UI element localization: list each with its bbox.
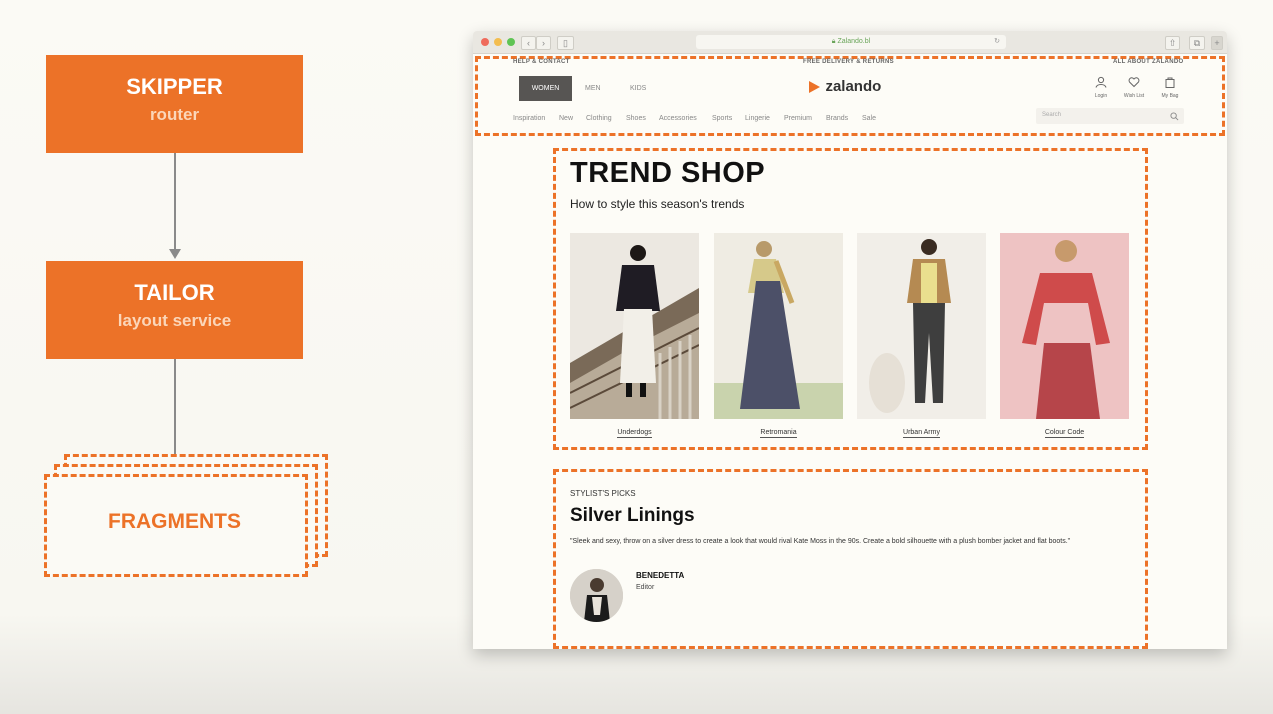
trend-shop-title: TREND SHOP xyxy=(570,157,766,189)
trend-shop-subtitle: How to style this season's trends xyxy=(570,197,745,211)
login-label: Login xyxy=(1094,93,1108,99)
category-accessories[interactable]: Accessories xyxy=(659,115,697,122)
editor-avatar-image xyxy=(570,569,623,622)
category-premium[interactable]: Premium xyxy=(784,115,812,122)
maximize-window-button[interactable] xyxy=(507,38,515,46)
category-sports[interactable]: Sports xyxy=(712,115,732,122)
search-input[interactable]: Search xyxy=(1036,108,1184,124)
tab-kids[interactable]: KIDS xyxy=(630,76,646,101)
close-window-button[interactable] xyxy=(481,38,489,46)
stylist-picks-fragment xyxy=(553,469,1148,649)
trend-link-underdogs[interactable]: Underdogs xyxy=(617,429,652,438)
zalando-logo-icon xyxy=(809,81,820,93)
arrow-head xyxy=(169,249,181,259)
category-sale[interactable]: Sale xyxy=(862,115,876,122)
help-contact-link[interactable]: HELP & CONTACT xyxy=(513,59,570,65)
zalando-logo-text: zalando xyxy=(825,78,882,95)
stylist-title: Silver Linings xyxy=(570,505,695,526)
trend-caption-retromania[interactable]: Retromania xyxy=(714,429,843,438)
urban-army-image xyxy=(857,233,986,419)
address-url: Zalando.bl xyxy=(837,38,871,45)
fragments-label: FRAGMENTS xyxy=(108,510,241,533)
tabs-icon[interactable]: ⧉ xyxy=(1189,36,1205,50)
category-inspiration[interactable]: Inspiration xyxy=(513,115,545,122)
tailor-subtitle: layout service xyxy=(117,311,232,330)
category-lingerie[interactable]: Lingerie xyxy=(745,115,770,122)
login-link[interactable]: Login xyxy=(1091,75,1111,99)
trend-caption-underdogs[interactable]: Underdogs xyxy=(570,429,699,438)
skipper-title: SKIPPER xyxy=(126,74,223,99)
underdogs-image xyxy=(570,233,699,419)
editor-role: Editor xyxy=(636,584,655,591)
trend-link-urban-army[interactable]: Urban Army xyxy=(903,429,940,438)
category-new[interactable]: New xyxy=(559,115,573,122)
browser-window: ‹ › ▯ 🔒︎ Zalando.bl ↻ ⇧ ⧉ + HELP & CONTA… xyxy=(473,31,1227,649)
skipper-box: SKIPPER router xyxy=(46,55,303,153)
trend-photo-urban-army[interactable] xyxy=(857,233,986,419)
connector-line xyxy=(174,153,176,249)
about-link[interactable]: ALL ABOUT ZALANDO xyxy=(1113,59,1183,65)
stylist-kicker: STYLIST'S PICKS xyxy=(570,489,636,498)
user-icon xyxy=(1095,76,1107,88)
tab-women[interactable]: WOMEN xyxy=(519,76,572,101)
delivery-notice: FREE DELIVERY & RETURNS xyxy=(803,59,894,65)
category-clothing[interactable]: Clothing xyxy=(586,115,612,122)
connector-line xyxy=(174,359,176,465)
zalando-logo[interactable]: zalando xyxy=(807,76,881,98)
trend-photo-retromania[interactable] xyxy=(714,233,843,419)
share-icon[interactable]: ⇧ xyxy=(1165,36,1180,50)
new-tab-button[interactable]: + xyxy=(1211,36,1223,50)
heart-icon xyxy=(1128,77,1140,88)
retromania-image xyxy=(714,233,843,419)
trend-photo-underdogs[interactable] xyxy=(570,233,699,419)
colour-code-image xyxy=(1000,233,1129,419)
bag-label: My Bag xyxy=(1161,93,1179,99)
search-icon[interactable] xyxy=(1170,112,1179,121)
skipper-subtitle: router xyxy=(149,105,200,124)
minimize-window-button[interactable] xyxy=(494,38,502,46)
avatar xyxy=(570,569,623,622)
stylist-quote: "Sleek and sexy, throw on a silver dress… xyxy=(570,538,1071,545)
tailor-box: TAILOR layout service xyxy=(46,261,303,359)
trend-link-colour-code[interactable]: Colour Code xyxy=(1044,429,1085,438)
back-icon[interactable]: ‹ xyxy=(521,36,536,50)
editor-name: BENEDETTA xyxy=(636,571,685,580)
trend-link-retromania[interactable]: Retromania xyxy=(760,429,797,438)
lock-icon: 🔒︎ xyxy=(831,38,836,45)
wishlist-link[interactable]: Wish List xyxy=(1120,75,1148,99)
wishlist-label: Wish List xyxy=(1123,93,1145,99)
sidebar-icon[interactable]: ▯ xyxy=(557,36,574,50)
trend-caption-colour-code[interactable]: Colour Code xyxy=(1000,429,1129,438)
bag-link[interactable]: My Bag xyxy=(1157,75,1183,99)
forward-icon[interactable]: › xyxy=(536,36,551,50)
trend-photo-colour-code[interactable] xyxy=(1000,233,1129,419)
tab-men[interactable]: MEN xyxy=(585,76,601,101)
browser-toolbar: ‹ › ▯ 🔒︎ Zalando.bl ↻ ⇧ ⧉ + xyxy=(473,31,1227,54)
category-shoes[interactable]: Shoes xyxy=(626,115,646,122)
address-bar[interactable]: 🔒︎ Zalando.bl ↻ xyxy=(696,35,1006,49)
category-brands[interactable]: Brands xyxy=(826,115,848,122)
tailor-title: TAILOR xyxy=(134,280,215,305)
search-placeholder: Search xyxy=(1042,112,1062,118)
reload-icon[interactable]: ↻ xyxy=(994,35,1000,49)
trend-caption-urban-army[interactable]: Urban Army xyxy=(857,429,986,438)
bag-icon xyxy=(1165,77,1175,88)
